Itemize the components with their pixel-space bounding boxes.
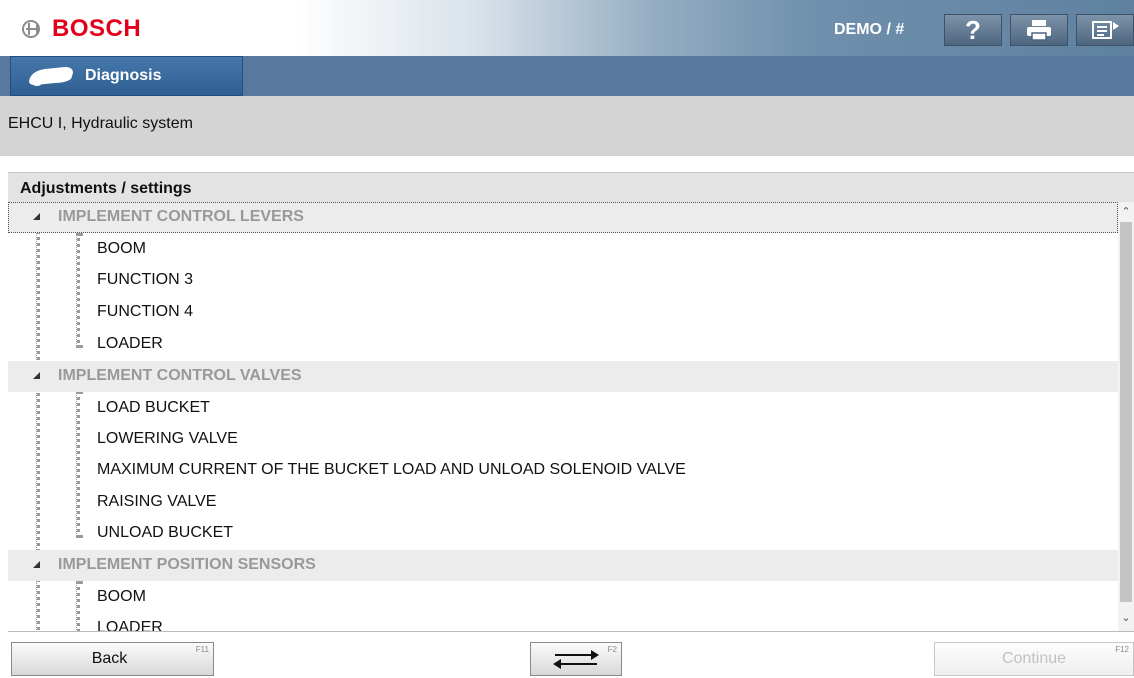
scroll-thumb[interactable] — [1120, 222, 1132, 602]
tab-diagnosis[interactable]: Diagnosis — [10, 56, 243, 96]
tree-group-label: IMPLEMENT CONTROL VALVES — [58, 367, 302, 384]
continue-key-hint: F12 — [1115, 645, 1129, 654]
tree-item-row[interactable]: LOADER — [8, 329, 1118, 360]
tab-bar: Diagnosis — [0, 56, 1134, 96]
tree-item-label: BOOM — [97, 588, 146, 605]
collapse-triangle-icon[interactable] — [33, 213, 40, 220]
panel-title: Adjustments / settings — [20, 180, 192, 197]
back-key-hint: F11 — [195, 645, 209, 654]
user-label: DEMO / # — [834, 21, 905, 38]
tree-group-label: IMPLEMENT POSITION SENSORS — [58, 556, 316, 573]
scroll-down-icon[interactable]: ⌄ — [1118, 610, 1134, 626]
scroll-up-icon[interactable]: ⌃ — [1118, 204, 1134, 220]
context-text: EHCU I, Hydraulic system — [8, 115, 193, 132]
back-button[interactable]: Back F11 — [11, 642, 214, 676]
tree-item-label: LOADER — [97, 335, 163, 352]
swap-arrows-icon — [553, 650, 599, 669]
collapse-triangle-icon[interactable] — [33, 372, 40, 379]
tree-item-row[interactable]: BOOM — [8, 582, 1118, 613]
help-button[interactable]: ? — [944, 14, 1002, 46]
tab-label: Diagnosis — [85, 67, 162, 84]
tree-item-label: FUNCTION 4 — [97, 303, 193, 320]
continue-button-label: Continue — [1001, 650, 1067, 667]
tree-item-row[interactable]: LOADER — [8, 613, 1118, 632]
tree-group-row[interactable]: IMPLEMENT POSITION SENSORS — [8, 550, 1118, 581]
tree-item-label: LOWERING VALVE — [97, 430, 238, 447]
print-button[interactable] — [1010, 14, 1068, 46]
tree-item-row[interactable]: LOWERING VALVE — [8, 424, 1118, 455]
collapse-triangle-icon[interactable] — [33, 561, 40, 568]
tree-item-label: LOAD BUCKET — [97, 399, 210, 416]
tree-group-row[interactable]: IMPLEMENT CONTROL LEVERS — [8, 202, 1118, 233]
tree-item-row[interactable]: BOOM — [8, 234, 1118, 265]
bosch-logo-icon — [22, 20, 40, 38]
vertical-scrollbar[interactable]: ⌃ ⌄ — [1118, 202, 1134, 631]
tree-item-label: FUNCTION 3 — [97, 271, 193, 288]
car-diagnosis-icon — [29, 67, 73, 86]
panel-header: Adjustments / settings — [8, 172, 1134, 202]
settings-tree: IMPLEMENT CONTROL LEVERS BOOM FUNCTION 3… — [8, 202, 1134, 632]
help-icon: ? — [965, 14, 981, 45]
brand-name: BOSCH — [52, 15, 142, 42]
back-button-label: Back — [91, 650, 128, 667]
menu-export-icon — [1092, 21, 1119, 39]
app-header: BOSCH DEMO / # ? — [0, 0, 1134, 56]
switch-button[interactable]: F2 — [530, 642, 622, 676]
print-icon — [1027, 20, 1051, 41]
switch-key-hint: F2 — [607, 645, 617, 654]
tree-item-label: BOOM — [97, 240, 146, 257]
context-bar: EHCU I, Hydraulic system — [0, 96, 1134, 156]
tree-item-label: MAXIMUM CURRENT OF THE BUCKET LOAD AND U… — [97, 461, 686, 478]
tree-item-label: RAISING VALVE — [97, 493, 217, 510]
tree-item-row[interactable]: MAXIMUM CURRENT OF THE BUCKET LOAD AND U… — [8, 455, 1118, 486]
tree-group-row[interactable]: IMPLEMENT CONTROL VALVES — [8, 361, 1118, 392]
tree-item-row[interactable]: UNLOAD BUCKET — [8, 518, 1118, 549]
tree-item-row[interactable]: FUNCTION 4 — [8, 297, 1118, 328]
tree-item-row[interactable]: FUNCTION 3 — [8, 265, 1118, 296]
tree-item-label: LOADER — [97, 619, 163, 632]
continue-button[interactable]: Continue F12 — [934, 642, 1134, 676]
tree-item-row[interactable]: LOAD BUCKET — [8, 393, 1118, 424]
tree-item-label: UNLOAD BUCKET — [97, 524, 234, 541]
tree-item-row[interactable]: RAISING VALVE — [8, 487, 1118, 518]
tree-group-label: IMPLEMENT CONTROL LEVERS — [58, 208, 304, 225]
menu-export-button[interactable] — [1076, 14, 1134, 46]
